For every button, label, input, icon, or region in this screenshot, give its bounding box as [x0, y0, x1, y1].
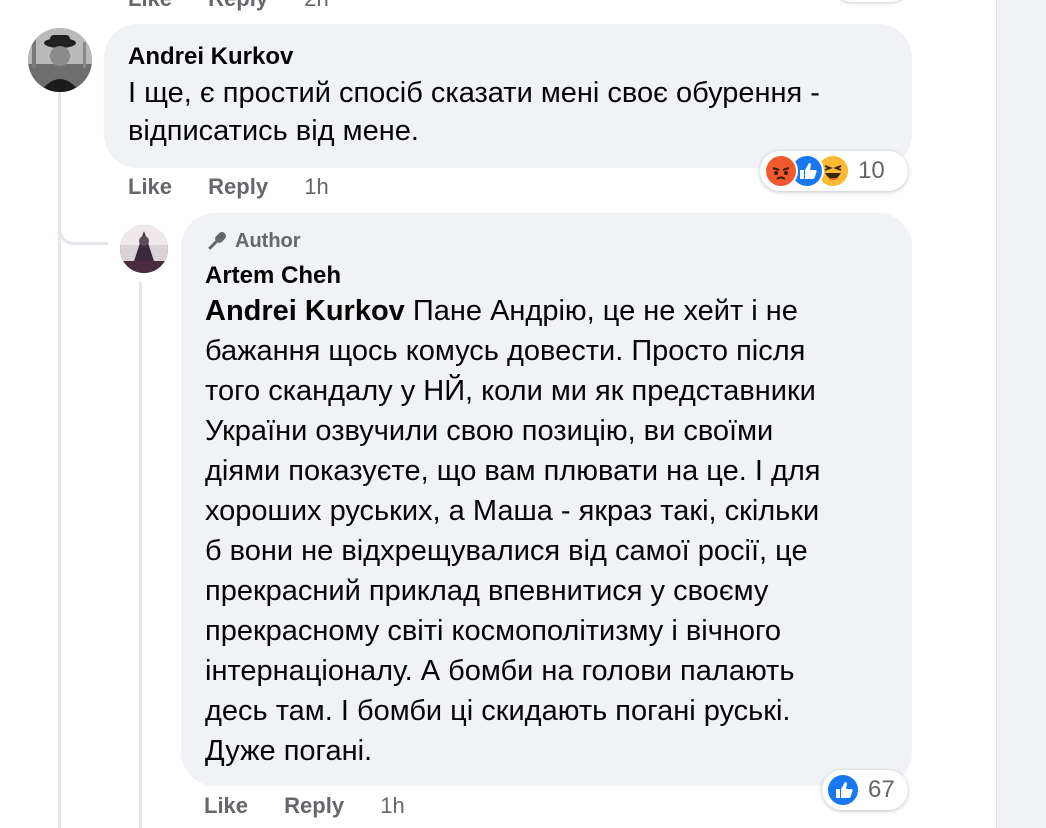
reaction-summary[interactable]: 10: [760, 151, 908, 191]
microphone-icon: [208, 232, 226, 250]
comment-body: Andrei Kurkov Пане Андрію, це не хейт і …: [205, 291, 888, 771]
comment-text-line: відписатись від мене.: [128, 115, 419, 147]
comment-actions: Like Reply 1h: [204, 793, 405, 819]
comment-text-line: інтернаціоналу. А бомби на голови палают…: [205, 655, 795, 687]
comment-text-line: того скандалу у НЙ, коли ми як представн…: [205, 375, 816, 407]
comment-text-line: бажання щось комусь довести. Просто післ…: [205, 335, 806, 367]
avatar-photo-icon: [120, 225, 168, 273]
like-button[interactable]: Like: [204, 793, 248, 818]
reaction-count: 10: [858, 157, 885, 184]
author-badge: Author: [205, 227, 888, 255]
reply-button[interactable]: Reply: [208, 174, 268, 199]
comment-text-line: хороших руських, а Маша - якраз такі, ск…: [205, 495, 820, 527]
reply-bubble: Author Artem Cheh Andrei Kurkov Пане Анд…: [181, 213, 912, 786]
avatar-andrei-kurkov[interactable]: [28, 28, 92, 92]
timestamp: 2h: [304, 0, 328, 11]
comment-text-line: України озвучили свою позицію, ви своїми: [205, 415, 774, 447]
reaction-count: 67: [868, 776, 895, 803]
comment-text-line: прекрасний приклад впевнитися у своєму: [205, 575, 769, 607]
right-sidebar: [996, 0, 1046, 828]
thread-connector: [58, 205, 108, 245]
comment-text-line: прекрасному світі космополітизму і вічно…: [205, 615, 782, 647]
comment-text-line: І ще, є простий спосіб сказати мені своє…: [128, 77, 820, 109]
timestamp[interactable]: 1h: [304, 174, 328, 199]
comment-text-line: б вони не відхрещувалися від самої росії…: [205, 535, 808, 567]
comment-text-line: діями показуєте, що вам плювати на це. І…: [205, 455, 821, 487]
reply-button[interactable]: Reply: [208, 0, 268, 11]
previous-comment-actions: Like Reply 2h: [128, 0, 329, 12]
like-button[interactable]: Like: [128, 174, 172, 199]
reply-button[interactable]: Reply: [284, 793, 344, 818]
reaction-summary[interactable]: 67: [822, 770, 908, 810]
comment-text-line: десь там. І бомби ці скидають погані рус…: [205, 695, 791, 727]
like-icon: [826, 773, 860, 807]
thread-line-reply: [139, 282, 142, 828]
comment-bubble: Andrei Kurkov І ще, є простий спосіб ска…: [104, 24, 912, 168]
comment-actions: Like Reply 1h: [128, 174, 329, 200]
author-badge-label: Author: [235, 230, 301, 252]
comment-author[interactable]: Artem Cheh: [205, 261, 888, 291]
comment-author[interactable]: Andrei Kurkov: [128, 42, 888, 72]
thread-line-left: [58, 90, 61, 828]
timestamp[interactable]: 1h: [380, 793, 404, 818]
avatar-photo-icon: [28, 28, 92, 92]
like-button[interactable]: Like: [128, 0, 172, 11]
comment-text-line: Andrei Kurkov Пане Андрію, це не хейт і …: [205, 295, 798, 327]
comment-text-line: Дуже погані.: [205, 735, 373, 767]
angry-icon: [764, 154, 798, 188]
avatar-artem-cheh[interactable]: [120, 225, 168, 273]
mention-link[interactable]: Andrei Kurkov: [205, 295, 405, 327]
previous-reaction-pill: [836, 0, 906, 2]
